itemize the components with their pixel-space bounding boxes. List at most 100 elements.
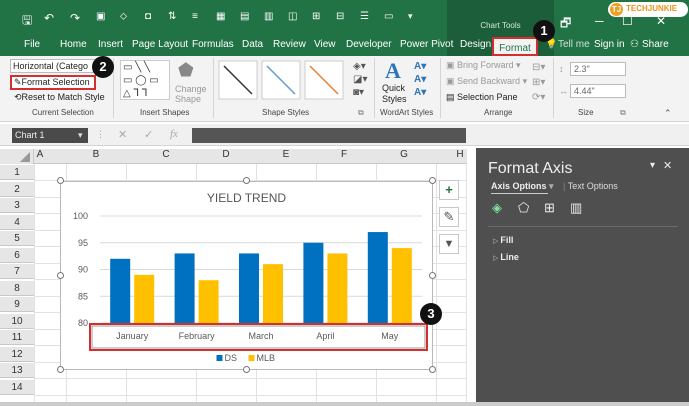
table-icon[interactable]: ▦ <box>216 11 225 22</box>
tab-design[interactable]: Design <box>460 39 491 50</box>
chart-elements-button[interactable]: + <box>439 180 459 200</box>
column-header-d[interactable]: D <box>211 149 241 160</box>
send-backward-button[interactable]: ▣ Send Backward ▾ <box>446 76 527 87</box>
tab-view[interactable]: View <box>314 39 336 50</box>
resize-handle[interactable] <box>429 177 436 184</box>
insert-function-icon[interactable]: fx <box>170 128 178 140</box>
row-header-13[interactable]: 13 <box>0 363 34 378</box>
resize-handle[interactable] <box>57 272 64 279</box>
sort-icon[interactable]: ⇅ <box>168 11 176 22</box>
calculator-icon[interactable]: ▥ <box>264 11 273 22</box>
shapes-gallery[interactable]: ▭ ╲ ╲ ▭ ◯ ▭ △ ⅂ ⅂ <box>120 60 170 100</box>
change-shape-icon[interactable]: ⬟ <box>178 60 194 81</box>
name-box-dropdown-icon[interactable]: ▾ <box>78 130 83 141</box>
resize-handle[interactable] <box>57 366 64 373</box>
tab-insert[interactable]: Insert <box>98 39 123 50</box>
resize-handle[interactable] <box>57 177 64 184</box>
undo-icon[interactable]: ↶ <box>44 11 54 25</box>
chart-filters-icon[interactable]: ▼ <box>439 234 459 254</box>
share-button[interactable]: Share <box>642 39 669 50</box>
size-properties-icon[interactable]: ⊞ <box>544 200 555 216</box>
quick-styles-button[interactable]: Quick Styles <box>382 83 416 105</box>
align-icon[interactable]: ☰ <box>360 11 369 22</box>
row-header-6[interactable]: 6 <box>0 247 34 263</box>
save-icon[interactable]: 🖫 <box>22 11 32 32</box>
column-header-c[interactable]: C <box>151 149 181 160</box>
size-launcher-icon[interactable]: ⧉ <box>620 108 626 118</box>
bring-forward-button[interactable]: ▣ Bring Forward ▾ <box>446 60 521 71</box>
ribbon-display-icon[interactable]: 🗗 <box>560 14 571 35</box>
pane-options-icon[interactable]: ▾ <box>650 160 655 171</box>
qat-more-icon[interactable]: ▾ <box>408 11 413 22</box>
tab-developer[interactable]: Developer <box>346 39 392 50</box>
row-header-5[interactable]: 5 <box>0 231 34 246</box>
row-header-11[interactable]: 11 <box>0 330 34 345</box>
chart-icon[interactable]: ▤ <box>240 11 249 22</box>
row-header-10[interactable]: 10 <box>0 313 34 329</box>
formula-input[interactable] <box>192 128 466 143</box>
text-fill-outline-effects[interactable]: A▾ A▾ A▾ <box>414 60 426 99</box>
selection-pane-button[interactable]: ▤ Selection Pane <box>446 92 518 103</box>
row-header-12[interactable]: 12 <box>0 346 34 362</box>
tab-review[interactable]: Review <box>273 39 306 50</box>
resize-handle[interactable] <box>243 177 250 184</box>
change-shape-button[interactable]: Change Shape <box>175 84 211 104</box>
person-icon[interactable]: ⚇ <box>630 39 639 50</box>
camera-icon[interactable]: ◘ <box>145 11 151 22</box>
shape-styles-gallery[interactable] <box>218 60 348 102</box>
axis-options-icon[interactable]: ▥ <box>570 200 582 216</box>
format-selection-button[interactable]: ✎Format Selection <box>10 75 96 90</box>
row-header-9[interactable]: 9 <box>0 297 34 312</box>
column-header-b[interactable]: B <box>81 149 111 160</box>
effects-icon[interactable]: ⬠ <box>518 200 529 216</box>
axis-options-tab[interactable]: Axis Options ▾ <box>491 181 554 192</box>
reset-to-match-style-button[interactable]: ⟲Reset to Match Style <box>14 92 105 103</box>
column-header-h[interactable]: H <box>445 149 475 160</box>
fill-line-icon[interactable]: ◈ <box>492 200 502 216</box>
shape-height-input[interactable]: 2.3" <box>570 62 626 76</box>
resize-handle[interactable] <box>243 366 250 373</box>
column-header-g[interactable]: G <box>389 149 419 160</box>
row-header-3[interactable]: 3 <box>0 198 34 213</box>
resize-handle[interactable] <box>429 272 436 279</box>
collapse-ribbon-icon[interactable]: ⌃ <box>664 108 672 119</box>
chart-styles-brush-icon[interactable]: ✎ <box>439 207 459 227</box>
row-header-2[interactable]: 2 <box>0 181 34 197</box>
tab-data[interactable]: Data <box>242 39 263 50</box>
tab-power-pivot[interactable]: Power Pivot <box>400 39 453 50</box>
grid-icon[interactable]: ⊞ <box>312 11 320 22</box>
print-preview-icon[interactable]: ▣ <box>96 11 105 22</box>
tell-me-input[interactable]: Tell me <box>558 39 590 50</box>
column-header-e[interactable]: E <box>271 149 301 160</box>
shape-fill-outline-effects[interactable]: ◈▾ ◪▾ ◙▾ <box>353 60 367 99</box>
fill-section[interactable]: ▷ Fill <box>493 235 513 245</box>
tab-file[interactable]: File <box>24 39 40 50</box>
sign-in-link[interactable]: Sign in <box>594 39 625 50</box>
shapes-icon[interactable]: ⬦ <box>120 11 127 22</box>
row-header-7[interactable]: 7 <box>0 264 34 279</box>
line-section[interactable]: ▷ Line <box>493 252 519 262</box>
column-header-f[interactable]: F <box>329 149 359 160</box>
cancel-icon[interactable]: ✕ <box>118 128 127 141</box>
resize-handle[interactable] <box>429 366 436 373</box>
merge-icon[interactable]: ⊟ <box>336 11 344 22</box>
tab-formulas[interactable]: Formulas <box>192 39 234 50</box>
tab-format[interactable]: Format <box>492 37 538 56</box>
text-options-tab[interactable]: | Text Options <box>563 181 618 191</box>
quick-styles-icon[interactable]: A <box>385 58 401 84</box>
shape-styles-launcher-icon[interactable]: ⧉ <box>358 108 364 118</box>
row-header-1[interactable]: 1 <box>0 165 34 180</box>
row-header-14[interactable]: 14 <box>0 379 34 395</box>
filter-icon[interactable]: ≡ <box>192 11 198 22</box>
align-group-rotate-icons[interactable]: ⊟▾ ⊞▾ ⟳▾ <box>532 60 545 105</box>
enter-icon[interactable]: ✓ <box>144 128 153 141</box>
row-header-4[interactable]: 4 <box>0 214 34 230</box>
yield-trend-chart[interactable]: YIELD TREND 80 85 90 95 100 January February Mar… <box>60 181 433 370</box>
pivot-icon[interactable]: ◫ <box>288 11 297 22</box>
shape-width-input[interactable]: 4.44" <box>570 84 626 98</box>
minimize-icon[interactable]: ─ <box>595 14 604 28</box>
redo-icon[interactable]: ↷ <box>70 11 80 25</box>
name-box[interactable]: Chart 1 <box>12 128 88 143</box>
tab-page-layout[interactable]: Page Layout <box>132 39 188 50</box>
row-header-8[interactable]: 8 <box>0 280 34 296</box>
